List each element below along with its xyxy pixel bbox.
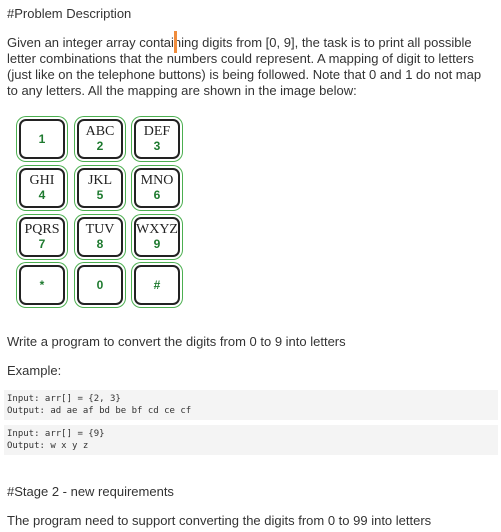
problem-section-title: #Problem Description xyxy=(7,6,132,21)
example-label: Example: xyxy=(7,363,62,378)
keypad-key-1: 1 xyxy=(19,119,65,159)
key-letters: JKL xyxy=(87,173,113,188)
key-letters: ABC xyxy=(85,124,115,139)
keypad-key-9: WXYZ 9 xyxy=(134,217,180,257)
key-letters: TUV xyxy=(85,222,115,237)
key-digit: 4 xyxy=(38,188,46,202)
keypad-key-5: JKL 5 xyxy=(77,168,123,208)
key-digit: 7 xyxy=(38,237,46,251)
example-code-block: Input: arr[] = {2, 3} Output: ad ae af b… xyxy=(4,390,498,420)
keypad-key-0: 0 xyxy=(77,265,123,305)
stage2-section-title: #Stage 2 - new requirements xyxy=(7,484,174,499)
key-letters: WXYZ xyxy=(136,222,178,237)
example-output: Output: ad ae af bd be bf cd ce cf xyxy=(7,406,192,416)
key-letters: GHI xyxy=(29,173,55,188)
key-letters: PQRS xyxy=(24,222,60,237)
telephone-keypad-image: 1 ABC 2 DEF 3 GHI 4 JKL 5 MNO 6 PQRS 7 T… xyxy=(16,116,186,308)
key-digit: 8 xyxy=(96,237,104,251)
keypad-key-7: PQRS 7 xyxy=(19,217,65,257)
key-digit: * xyxy=(39,278,45,292)
key-digit: 1 xyxy=(38,132,46,146)
key-letters: MNO xyxy=(140,173,174,188)
key-digit: 3 xyxy=(153,139,161,153)
key-digit: 0 xyxy=(96,278,104,292)
stage2-requirement: The program need to support converting t… xyxy=(7,513,432,528)
example-input: Input: arr[] = {2, 3} xyxy=(7,394,121,404)
key-digit: 5 xyxy=(96,188,104,202)
keypad-key-star: * xyxy=(19,265,65,305)
key-digit: 6 xyxy=(153,188,161,202)
key-digit: # xyxy=(153,278,161,292)
key-digit: 2 xyxy=(96,139,104,153)
keypad-key-8: TUV 8 xyxy=(77,217,123,257)
example-input: Input: arr[] = {9} xyxy=(7,429,105,439)
example-output: Output: w x y z xyxy=(7,441,89,451)
keypad-key-4: GHI 4 xyxy=(19,168,65,208)
key-digit: 9 xyxy=(153,237,161,251)
keypad-key-6: MNO 6 xyxy=(134,168,180,208)
keypad-key-2: ABC 2 xyxy=(77,119,123,159)
keypad-key-hash: # xyxy=(134,265,180,305)
example-code-block: Input: arr[] = {9} Output: w x y z xyxy=(4,425,498,455)
problem-description: Given an integer array containing digits… xyxy=(7,35,482,98)
task-statement: Write a program to convert the digits fr… xyxy=(7,334,346,349)
key-letters: DEF xyxy=(143,124,171,139)
text-cursor xyxy=(174,31,177,53)
keypad-key-3: DEF 3 xyxy=(134,119,180,159)
